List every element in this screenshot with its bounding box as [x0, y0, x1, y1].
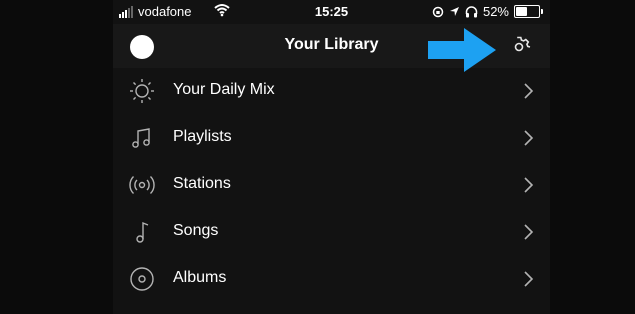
- list-item-daily-mix[interactable]: Your Daily Mix: [113, 68, 550, 115]
- music-note-double-icon: [128, 124, 156, 152]
- chevron-right-icon: [524, 177, 534, 193]
- library-list: Your Daily Mix Playlists Stations Songs …: [113, 68, 550, 303]
- chevron-right-icon: [524, 130, 534, 146]
- list-item-label: Playlists: [173, 128, 232, 145]
- rotation-lock-icon: [432, 6, 444, 18]
- list-item-albums[interactable]: Albums: [113, 256, 550, 303]
- callout-arrow-icon: [428, 28, 496, 72]
- list-item-stations[interactable]: Stations: [113, 162, 550, 209]
- radio-waves-icon: [128, 171, 156, 199]
- list-item-label: Stations: [173, 175, 231, 192]
- disc-icon: [128, 265, 156, 293]
- location-icon: [449, 6, 460, 17]
- chevron-right-icon: [524, 83, 534, 99]
- chevron-right-icon: [524, 224, 534, 240]
- list-item-label: Your Daily Mix: [173, 81, 275, 98]
- battery-percent: 52%: [482, 4, 509, 19]
- list-item-label: Albums: [173, 269, 227, 286]
- sun-icon: [128, 77, 156, 105]
- chevron-right-icon: [524, 271, 534, 287]
- list-item-label: Songs: [173, 222, 219, 239]
- music-note-icon: [128, 218, 156, 246]
- list-item-songs[interactable]: Songs: [113, 209, 550, 256]
- status-right: 52%: [432, 4, 543, 19]
- list-item-playlists[interactable]: Playlists: [113, 115, 550, 162]
- headphones-icon: [465, 5, 478, 18]
- status-bar: vodafone 15:25 52%: [113, 0, 550, 24]
- battery-fill: [516, 7, 527, 16]
- gear-icon[interactable]: [506, 34, 532, 60]
- battery-icon: [514, 5, 543, 18]
